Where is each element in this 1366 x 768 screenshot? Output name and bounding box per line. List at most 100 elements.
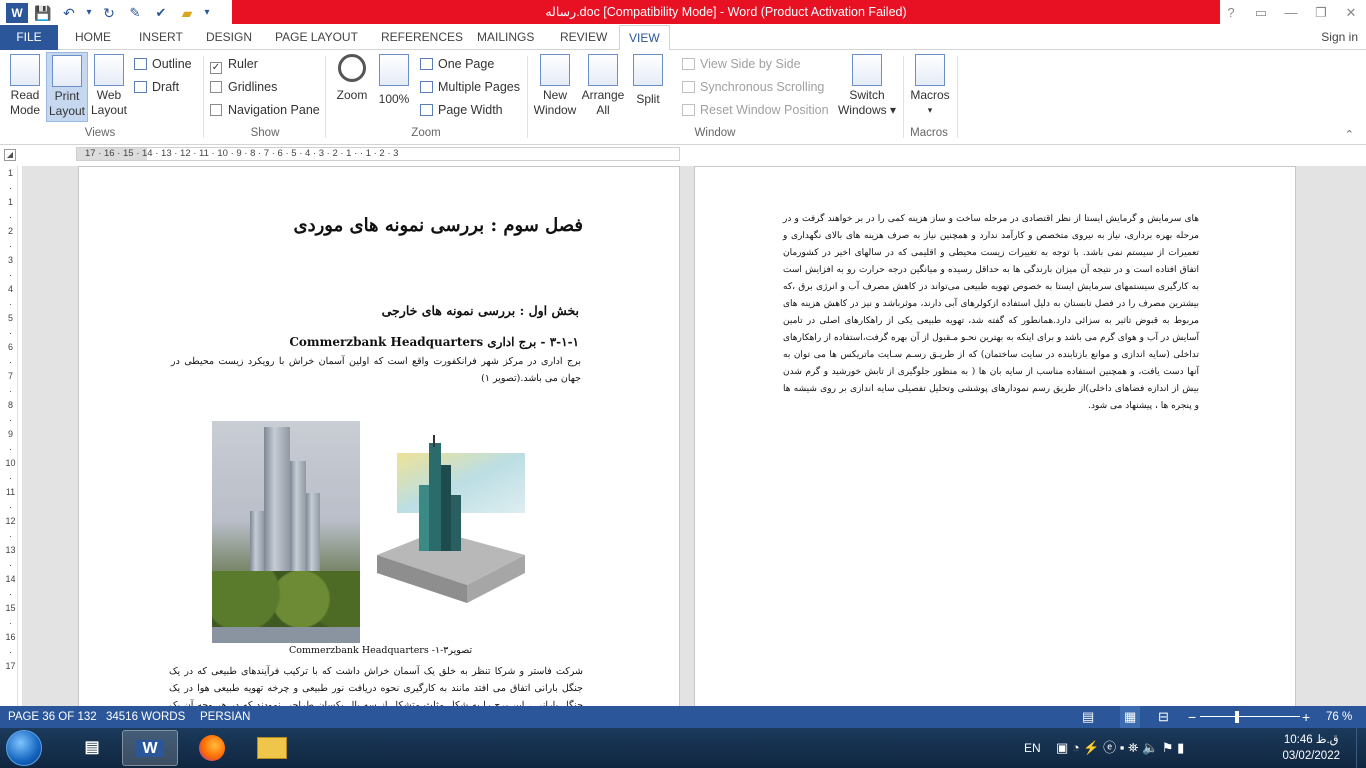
- read-mode-button[interactable]: Read Mode: [6, 54, 44, 118]
- horizontal-ruler[interactable]: 17 · 16 · 15 · 14 · 13 · 12 · 11 · 10 · …: [76, 147, 680, 161]
- taskbar-firefox[interactable]: [184, 730, 240, 766]
- windows-taskbar: ▤ W EN ▣ ◔ ⚡ ⓔ ▪ ⛯ 🔈 ⚑ ▮ 10:46 ق.ظ 03/02…: [0, 728, 1366, 768]
- document-page-right[interactable]: های سرمایش و گرمایش ایستا از نظر اقتصادی…: [694, 166, 1296, 706]
- view-side-by-side-button[interactable]: View Side by Side: [682, 55, 801, 73]
- document-page-left[interactable]: فصل سوم : بررسی نمونه های موردی بخش اول …: [78, 166, 680, 706]
- web-layout-icon: [94, 54, 124, 86]
- vertical-ruler-tick: ·: [9, 472, 12, 483]
- save-icon[interactable]: 💾: [32, 3, 54, 23]
- zoom-100-button[interactable]: 100%: [376, 54, 412, 107]
- views-group-label: Views: [84, 127, 116, 139]
- taskbar-app-tool[interactable]: ▤: [64, 730, 120, 766]
- reset-window-position-button[interactable]: Reset Window Position: [682, 101, 829, 119]
- zoom-slider-thumb[interactable]: [1235, 711, 1240, 723]
- arrange-all-icon: [588, 54, 618, 86]
- edit-icon[interactable]: ✎: [124, 3, 146, 23]
- multiple-pages-icon: [420, 81, 433, 93]
- draft-button[interactable]: Draft: [134, 78, 179, 96]
- zoom-in-button[interactable]: +: [1302, 706, 1310, 728]
- page-width-button[interactable]: Page Width: [420, 101, 503, 119]
- multiple-pages-button[interactable]: Multiple Pages: [420, 78, 520, 96]
- vertical-ruler-tick: ·: [9, 501, 12, 512]
- collapse-ribbon-icon[interactable]: ⌃: [1345, 128, 1354, 141]
- print-layout-view-icon[interactable]: ▦: [1120, 706, 1141, 728]
- gridlines-checkbox[interactable]: Gridlines: [210, 78, 277, 96]
- sign-in-link[interactable]: Sign in: [1321, 25, 1366, 50]
- ribbon-view: Read Mode Print Layout Web Layout Outlin…: [0, 50, 1366, 145]
- minimize-button[interactable]: —: [1276, 0, 1306, 25]
- page-count[interactable]: PAGE 36 OF 132: [8, 706, 97, 728]
- one-page-icon: [420, 58, 433, 70]
- river: [212, 627, 360, 643]
- synchronous-scrolling-button[interactable]: Synchronous Scrolling: [682, 78, 824, 96]
- zoom-100-icon: [379, 54, 409, 86]
- tab-review[interactable]: REVIEW: [551, 25, 616, 50]
- word-app-icon[interactable]: W: [6, 2, 28, 23]
- vertical-ruler-tick: 17: [5, 661, 16, 671]
- web-layout-view-icon[interactable]: ⊟: [1158, 706, 1169, 728]
- taskbar-word[interactable]: W: [122, 730, 178, 766]
- print-layout-button[interactable]: Print Layout: [46, 52, 88, 122]
- tab-file[interactable]: FILE: [0, 25, 58, 50]
- system-clock[interactable]: 10:46 ق.ظ 03/02/2022: [1282, 732, 1340, 764]
- close-button[interactable]: ✕: [1336, 0, 1366, 25]
- ribbon-display-options-button[interactable]: ▭: [1246, 0, 1276, 25]
- document-workspace[interactable]: فصل سوم : بررسی نمونه های موردی بخش اول …: [22, 166, 1366, 706]
- status-bar: PAGE 36 OF 132 34516 WORDS PERSIAN ▤ ▦ ⊟…: [0, 706, 1366, 728]
- vertical-ruler-tick: ·: [9, 327, 12, 338]
- checkbox-icon: [210, 104, 222, 116]
- new-window-button[interactable]: New Window: [532, 54, 578, 118]
- folder-icon: [257, 736, 287, 759]
- zoom-out-button[interactable]: −: [1188, 706, 1196, 728]
- ruler-checkbox[interactable]: ✓ Ruler: [210, 55, 258, 74]
- vertical-ruler-tick: 1: [7, 168, 13, 178]
- vertical-ruler-tick: 3: [7, 255, 13, 265]
- tab-view[interactable]: VIEW: [619, 25, 670, 51]
- tab-selector-icon[interactable]: ◢: [4, 149, 16, 161]
- tab-home[interactable]: HOME: [66, 25, 120, 50]
- outline-icon: [134, 58, 147, 70]
- maximize-button[interactable]: ❐: [1306, 0, 1336, 25]
- tray-icons[interactable]: ▣ ◔ ⚡ ⓔ ▪ ⛯ 🔈 ⚑ ▮: [1056, 728, 1184, 768]
- switch-windows-button[interactable]: Switch Windows ▾: [836, 54, 898, 118]
- show-group-label: Show: [250, 127, 280, 139]
- window-controls: ? ▭ — ❐ ✕: [1216, 0, 1366, 25]
- help-button[interactable]: ?: [1216, 0, 1246, 25]
- zoom-group-label: Zoom: [411, 127, 441, 139]
- tab-references[interactable]: REFERENCES: [372, 25, 472, 50]
- quick-access-toolbar: W 💾 ↶ ▾ ↻ ✎ ✔ ▰ ▾: [0, 0, 212, 25]
- undo-icon[interactable]: ↶: [58, 3, 80, 23]
- language-indicator[interactable]: PERSIAN: [200, 706, 251, 728]
- vertical-ruler-tick: ·: [9, 646, 12, 657]
- trees: [212, 571, 360, 627]
- case-heading: ۳-۱-۱ - برج اداری Commerzbank Headquarte…: [289, 335, 579, 349]
- web-layout-button[interactable]: Web Layout: [90, 54, 128, 118]
- one-page-button[interactable]: One Page: [420, 55, 494, 73]
- split-button[interactable]: Split: [630, 54, 666, 107]
- taskbar-file-explorer[interactable]: [244, 730, 300, 766]
- vertical-ruler[interactable]: 1 · 1 · 2 · 3 · 4 · 5 · 6 · 7 · 8 · 9 · 10 · 11 · 12 · 13 · 14 · 15 · 16…: [4, 166, 18, 706]
- show-desktop-button[interactable]: [1356, 728, 1366, 768]
- undo-dropdown-icon[interactable]: ▾: [84, 3, 94, 23]
- read-mode-view-icon[interactable]: ▤: [1082, 706, 1094, 728]
- redo-icon[interactable]: ↻: [98, 3, 120, 23]
- building-photo: [212, 421, 360, 643]
- open-folder-icon[interactable]: ▰: [176, 3, 198, 23]
- zoom-level[interactable]: 76 %: [1326, 706, 1352, 728]
- zoom-slider[interactable]: [1200, 706, 1300, 728]
- navigation-pane-checkbox[interactable]: Navigation Pane: [210, 101, 320, 119]
- spelling-icon[interactable]: ✔: [150, 3, 172, 23]
- tab-page-layout[interactable]: PAGE LAYOUT: [266, 25, 367, 50]
- tab-design[interactable]: DESIGN: [197, 25, 261, 50]
- macros-button[interactable]: Macros ▾: [908, 54, 952, 118]
- word-icon: W: [136, 740, 164, 757]
- word-count[interactable]: 34516 WORDS: [106, 706, 185, 728]
- outline-button[interactable]: Outline: [134, 55, 192, 73]
- arrange-all-button[interactable]: Arrange All: [580, 54, 626, 118]
- tab-mailings[interactable]: MAILINGS: [468, 25, 543, 50]
- input-language[interactable]: EN: [1024, 728, 1041, 768]
- customize-qat-icon[interactable]: ▾: [202, 3, 212, 23]
- start-button[interactable]: [6, 730, 42, 766]
- zoom-button[interactable]: Zoom: [332, 54, 372, 103]
- tab-insert[interactable]: INSERT: [130, 25, 192, 50]
